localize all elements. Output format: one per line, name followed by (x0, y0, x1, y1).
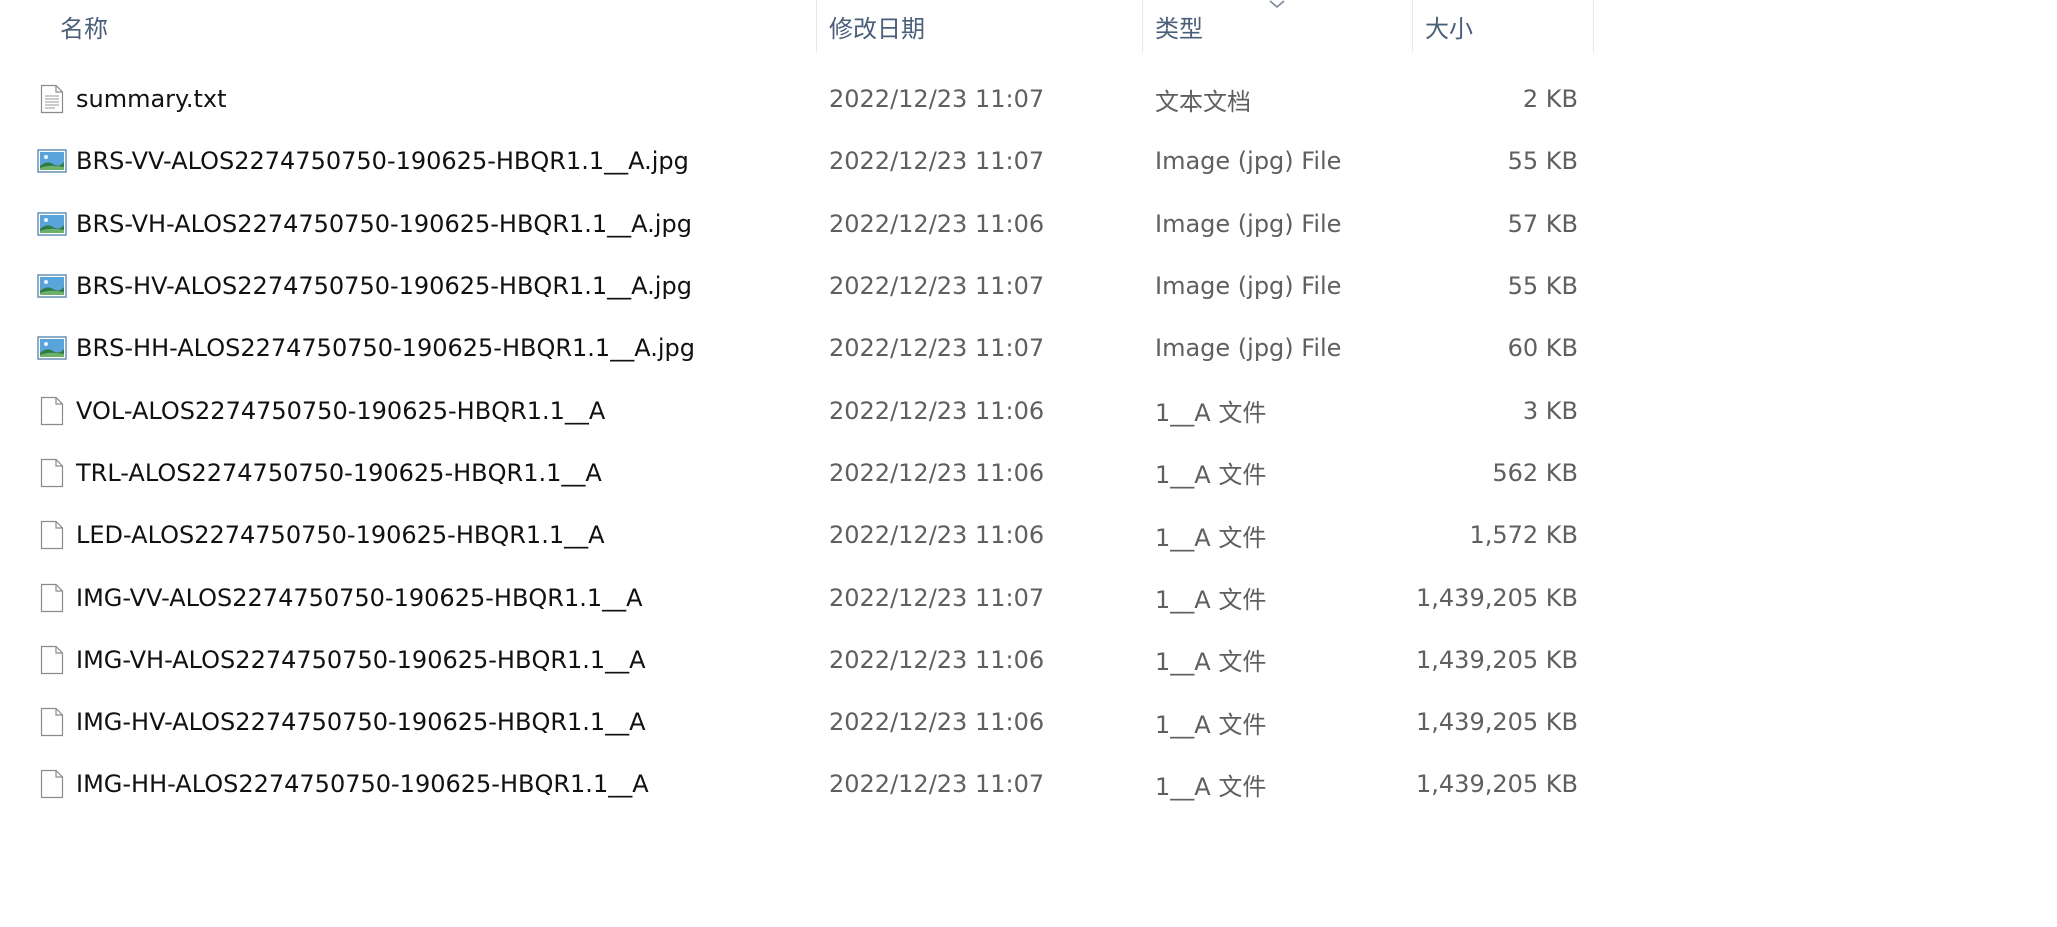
file-row[interactable]: BRS-HV-ALOS2274750750-190625-HBQR1.1__A.… (0, 255, 1600, 317)
blank-file-icon (36, 753, 68, 815)
file-type: 1__A 文件 (1155, 461, 1267, 490)
file-date-modified: 2022/12/23 11:07 (829, 147, 1045, 176)
file-type: 1__A 文件 (1155, 648, 1267, 677)
file-size: 1,439,205 KB (1416, 708, 1578, 737)
file-type: Image (jpg) File (1155, 147, 1342, 176)
file-date-modified: 2022/12/23 11:06 (829, 708, 1045, 737)
file-row[interactable]: IMG-VV-ALOS2274750750-190625-HBQR1.1__A 2… (0, 566, 1600, 628)
file-size: 55 KB (1507, 272, 1578, 301)
image-file-icon (36, 193, 68, 255)
text-file-icon (36, 68, 68, 130)
column-header-date-modified[interactable]: 修改日期 (817, 0, 1143, 52)
file-row[interactable]: summary.txt 2022/12/23 11:07 文本文档 2 KB (0, 68, 1600, 130)
file-date-modified: 2022/12/23 11:07 (829, 85, 1045, 114)
column-header-size[interactable]: 大小 (1413, 0, 1594, 52)
file-date-modified: 2022/12/23 11:06 (829, 209, 1045, 238)
file-row[interactable]: BRS-VH-ALOS2274750750-190625-HBQR1.1__A.… (0, 193, 1600, 255)
column-header-name-label: 名称 (60, 14, 108, 43)
file-row[interactable]: TRL-ALOS2274750750-190625-HBQR1.1__A 2022… (0, 442, 1600, 504)
file-size: 3 KB (1522, 396, 1578, 425)
file-size: 2 KB (1522, 85, 1578, 114)
file-size: 1,439,205 KB (1416, 645, 1578, 674)
image-file-icon (36, 130, 68, 192)
image-file-icon (36, 255, 68, 317)
file-date-modified: 2022/12/23 11:06 (829, 521, 1045, 550)
file-date-modified: 2022/12/23 11:06 (829, 458, 1045, 487)
file-name: summary.txt (76, 85, 227, 114)
file-type: Image (jpg) File (1155, 334, 1342, 363)
blank-file-icon (36, 629, 68, 691)
file-name: LED-ALOS2274750750-190625-HBQR1.1__A (76, 521, 605, 550)
file-name: IMG-HV-ALOS2274750750-190625-HBQR1.1__A (76, 708, 646, 737)
file-size: 1,572 KB (1469, 521, 1578, 550)
file-row[interactable]: IMG-HH-ALOS2274750750-190625-HBQR1.1__A 2… (0, 753, 1600, 815)
column-header-row: 名称 修改日期 类型 大小 (0, 0, 1600, 52)
file-size: 55 KB (1507, 147, 1578, 176)
file-size: 57 KB (1507, 209, 1578, 238)
file-type: 1__A 文件 (1155, 399, 1267, 428)
file-row[interactable]: BRS-VV-ALOS2274750750-190625-HBQR1.1__A.… (0, 130, 1600, 192)
file-name: BRS-VH-ALOS2274750750-190625-HBQR1.1__A.… (76, 209, 692, 238)
file-type: Image (jpg) File (1155, 272, 1342, 301)
file-type: 1__A 文件 (1155, 710, 1267, 739)
file-date-modified: 2022/12/23 11:06 (829, 396, 1045, 425)
blank-file-icon (36, 691, 68, 753)
file-size: 1,439,205 KB (1416, 583, 1578, 612)
file-type: 1__A 文件 (1155, 772, 1267, 801)
column-header-size-label: 大小 (1425, 14, 1473, 43)
file-row[interactable]: IMG-HV-ALOS2274750750-190625-HBQR1.1__A 2… (0, 691, 1600, 753)
file-type: 1__A 文件 (1155, 586, 1267, 615)
file-name: VOL-ALOS2274750750-190625-HBQR1.1__A (76, 396, 606, 425)
file-row[interactable]: IMG-VH-ALOS2274750750-190625-HBQR1.1__A 2… (0, 629, 1600, 691)
blank-file-icon (36, 566, 68, 628)
file-size: 1,439,205 KB (1416, 770, 1578, 799)
file-name: IMG-HH-ALOS2274750750-190625-HBQR1.1__A (76, 770, 649, 799)
file-size: 562 KB (1492, 458, 1578, 487)
column-header-name[interactable]: 名称 (0, 0, 817, 52)
file-type: Image (jpg) File (1155, 209, 1342, 238)
file-name: TRL-ALOS2274750750-190625-HBQR1.1__A (76, 458, 602, 487)
file-type: 文本文档 (1155, 87, 1251, 116)
file-date-modified: 2022/12/23 11:07 (829, 583, 1045, 612)
file-rows: summary.txt 2022/12/23 11:07 文本文档 2 KB BRS-V… (0, 68, 1600, 816)
file-type: 1__A 文件 (1155, 523, 1267, 552)
blank-file-icon (36, 379, 68, 441)
file-row[interactable]: VOL-ALOS2274750750-190625-HBQR1.1__A 2022… (0, 379, 1600, 441)
file-date-modified: 2022/12/23 11:07 (829, 770, 1045, 799)
image-file-icon (36, 317, 68, 379)
blank-file-icon (36, 504, 68, 566)
file-row[interactable]: LED-ALOS2274750750-190625-HBQR1.1__A 2022… (0, 504, 1600, 566)
column-header-type-label: 类型 (1155, 14, 1203, 43)
file-name: IMG-VH-ALOS2274750750-190625-HBQR1.1__A (76, 645, 646, 674)
chevron-down-icon (1267, 0, 1287, 10)
file-date-modified: 2022/12/23 11:07 (829, 334, 1045, 363)
file-name: IMG-VV-ALOS2274750750-190625-HBQR1.1__A (76, 583, 643, 612)
blank-file-icon (36, 442, 68, 504)
file-name: BRS-VV-ALOS2274750750-190625-HBQR1.1__A.… (76, 147, 689, 176)
column-header-date-label: 修改日期 (829, 14, 925, 43)
file-date-modified: 2022/12/23 11:07 (829, 272, 1045, 301)
file-name: BRS-HH-ALOS2274750750-190625-HBQR1.1__A.… (76, 334, 695, 363)
file-name: BRS-HV-ALOS2274750750-190625-HBQR1.1__A.… (76, 272, 692, 301)
file-date-modified: 2022/12/23 11:06 (829, 645, 1045, 674)
file-row[interactable]: BRS-HH-ALOS2274750750-190625-HBQR1.1__A.… (0, 317, 1600, 379)
file-list-view: 名称 修改日期 类型 大小 summary.txt 2022/12/23 11:0… (0, 0, 2057, 927)
file-size: 60 KB (1507, 334, 1578, 363)
